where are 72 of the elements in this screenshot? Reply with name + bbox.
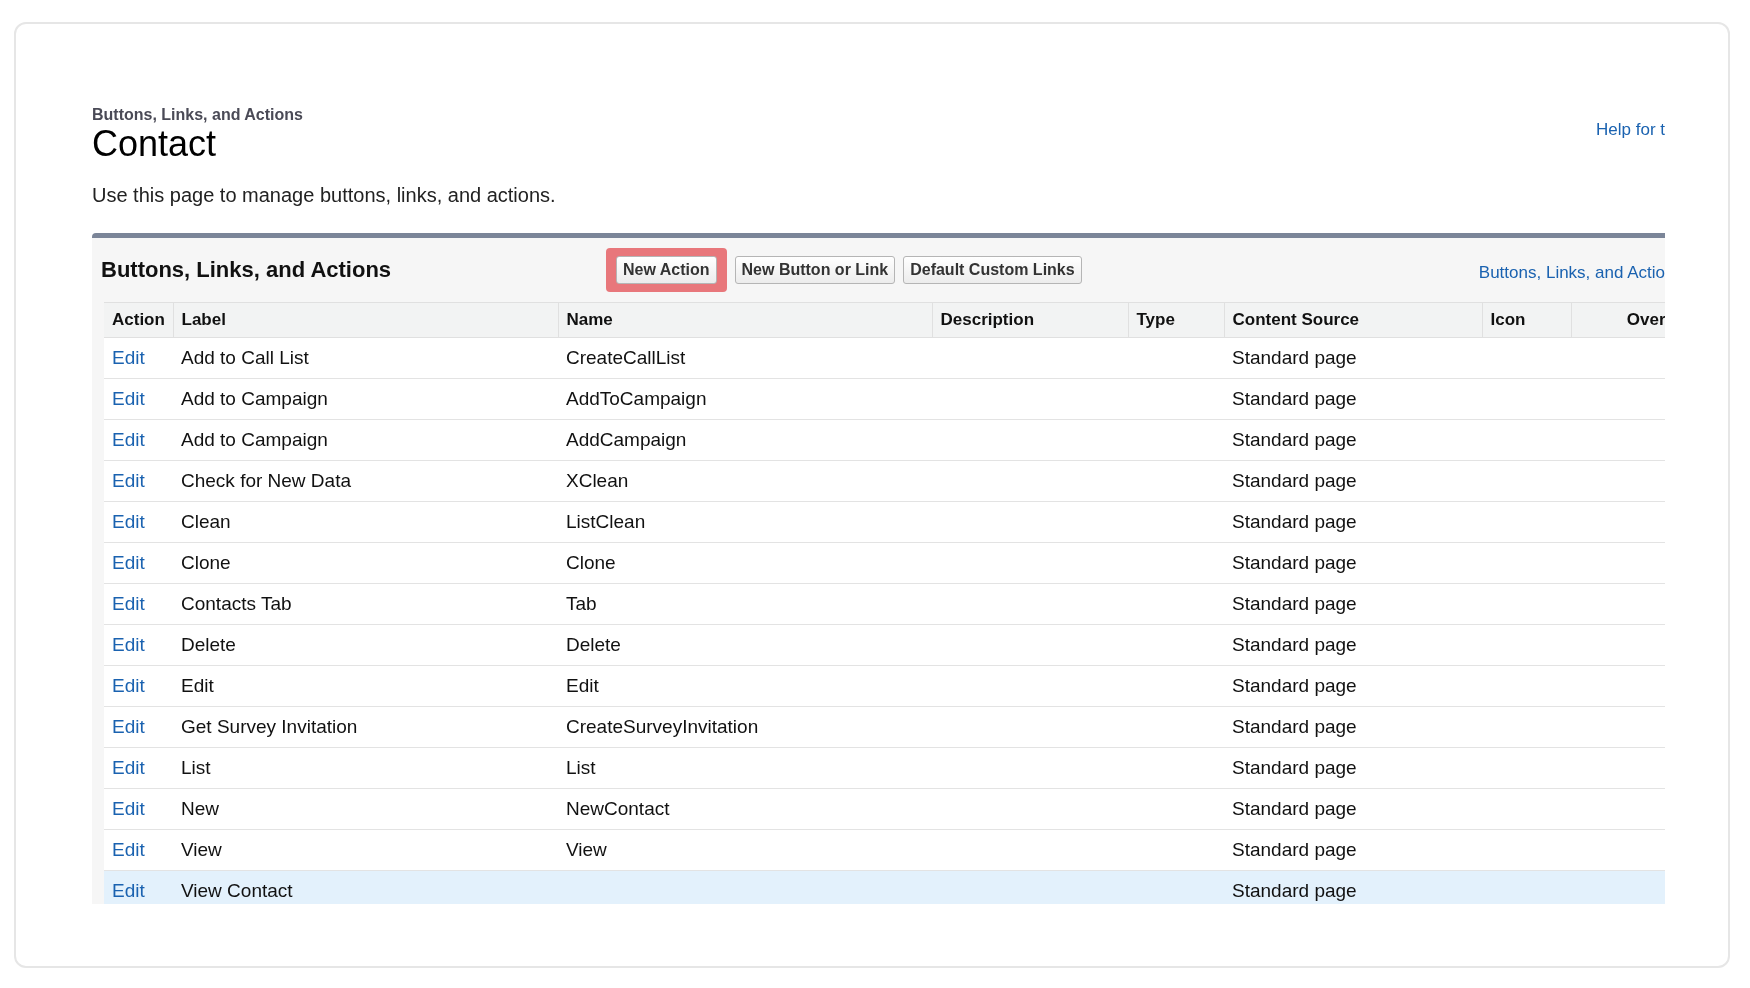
column-header: Description (932, 302, 1128, 338)
table-cell: Standard page (1224, 788, 1482, 830)
column-header: Over (1571, 302, 1665, 338)
edit-link[interactable]: Edit (112, 347, 145, 368)
table-cell: NewContact (558, 788, 932, 830)
table-cell: Standard page (1224, 747, 1482, 789)
edit-link[interactable]: Edit (112, 511, 145, 532)
table-cell: AddToCampaign (558, 378, 932, 420)
edit-link[interactable]: Edit (112, 839, 145, 860)
table-cell: Standard page (1224, 337, 1482, 379)
edit-link[interactable]: Edit (112, 593, 145, 614)
table-cell: List (173, 747, 558, 789)
table-cell: List (558, 747, 932, 789)
page-description: Use this page to manage buttons, links, and actions. (92, 184, 557, 207)
table-cell: Delete (558, 624, 932, 666)
edit-link[interactable]: Edit (112, 552, 145, 573)
edit-link[interactable]: Edit (112, 470, 145, 491)
table-cell: Standard page (1224, 542, 1482, 584)
table-cell: Edit (558, 665, 932, 707)
table-cell: Standard page (1224, 460, 1482, 502)
table-cell: New (173, 788, 558, 830)
toolbar-button[interactable]: New Action (616, 256, 717, 284)
table-cell: ListClean (558, 501, 932, 543)
edit-link[interactable]: Edit (112, 388, 145, 409)
table-cell: Add to Campaign (173, 378, 558, 420)
table-cell: CreateSurveyInvitation (558, 706, 932, 748)
toolbar-button[interactable]: New Button or Link (734, 256, 896, 284)
edit-link[interactable]: Edit (112, 798, 145, 819)
toolbar-button[interactable]: Default Custom Links (903, 256, 1082, 284)
table-cell: Standard page (1224, 870, 1482, 904)
table-cell: Delete (173, 624, 558, 666)
table-cell: Standard page (1224, 378, 1482, 420)
edit-link[interactable]: Edit (112, 429, 145, 450)
column-header: Action (104, 302, 173, 338)
table-cell: Contacts Tab (173, 583, 558, 625)
column-header: Label (173, 302, 558, 338)
table-cell: Add to Call List (173, 337, 558, 379)
table-cell: AddCampaign (558, 419, 932, 461)
table-cell: Get Survey Invitation (173, 706, 558, 748)
table-cell: Standard page (1224, 583, 1482, 625)
edit-link[interactable]: Edit (112, 757, 145, 778)
table-cell: Add to Campaign (173, 419, 558, 461)
table-cell: Standard page (1224, 501, 1482, 543)
table-cell: Standard page (1224, 829, 1482, 871)
edit-link[interactable]: Edit (112, 634, 145, 655)
panel-link[interactable]: Buttons, Links, and Actio (1478, 263, 1665, 283)
table-cell: Tab (558, 583, 932, 625)
table-cell: Clean (173, 501, 558, 543)
panel-title: Buttons, Links, and Actions (101, 257, 393, 283)
table-cell: Clone (558, 542, 932, 584)
edit-link[interactable]: Edit (112, 675, 145, 696)
table-cell: View Contact (173, 870, 558, 904)
table-cell: Edit (173, 665, 558, 707)
table-cell: Standard page (1224, 665, 1482, 707)
table-cell: View (558, 829, 932, 871)
table-cell: XClean (558, 460, 932, 502)
table-cell: Standard page (1224, 706, 1482, 748)
table-cell: Standard page (1224, 624, 1482, 666)
page-title: Contact (92, 124, 218, 164)
table-cell: CreateCallList (558, 337, 932, 379)
table-cell: View (173, 829, 558, 871)
table-cell: Standard page (1224, 419, 1482, 461)
column-header: Type (1128, 302, 1224, 338)
breadcrumb: Buttons, Links, and Actions (92, 106, 303, 124)
column-header: Icon (1482, 302, 1571, 338)
column-header: Content Source (1224, 302, 1482, 338)
edit-link[interactable]: Edit (112, 880, 145, 901)
table-cell: Check for New Data (173, 460, 558, 502)
table-cell: Clone (173, 542, 558, 584)
column-header: Name (558, 302, 932, 338)
edit-link[interactable]: Edit (112, 716, 145, 737)
help-link[interactable]: Help for t (1596, 120, 1665, 140)
